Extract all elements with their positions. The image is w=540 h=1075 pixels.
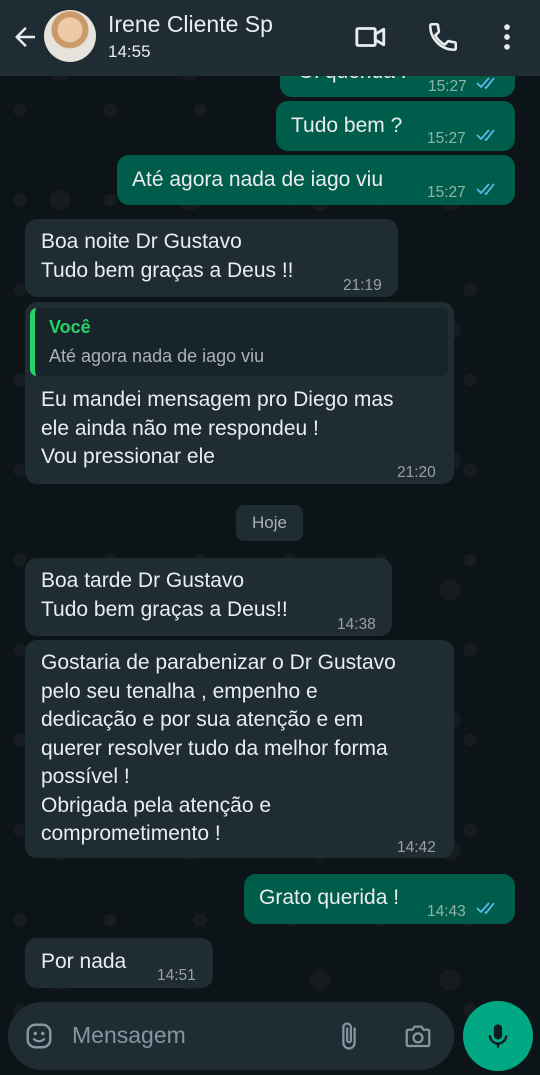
message-text: Tudo bem ? xyxy=(291,114,403,137)
message-bubble-outgoing[interactable]: Tudo bem ? 15:27 xyxy=(276,101,515,151)
double-check-icon xyxy=(476,183,495,196)
microphone-icon xyxy=(488,1024,508,1048)
contact-status: 14:55 xyxy=(108,42,151,61)
message-bubble-incoming[interactable]: Gostaria de parabenizar o Dr Gustavo pel… xyxy=(25,640,454,858)
chat-header: Irene Cliente Sp 14:55 xyxy=(0,0,540,76)
mic-button[interactable] xyxy=(463,1001,533,1071)
back-arrow-icon[interactable] xyxy=(10,22,40,52)
quoted-reply-text: Até agora nada de iago viu xyxy=(49,346,265,366)
message-text: Boa noite Dr Gustavo Tudo bem graças a D… xyxy=(41,230,294,282)
emoji-icon[interactable] xyxy=(24,1021,54,1051)
message-time: 14:43 xyxy=(427,903,466,920)
message-text: Grato querida ! xyxy=(259,886,400,909)
attach-icon[interactable] xyxy=(334,1020,364,1052)
phone-icon[interactable] xyxy=(426,20,460,54)
message-input[interactable]: Mensagem xyxy=(72,1022,186,1049)
message-time: 15:27 xyxy=(427,184,466,201)
more-vertical-icon[interactable] xyxy=(490,20,524,54)
quoted-reply[interactable]: Você Até agora nada de iago viu xyxy=(30,308,448,376)
message-time: 15:27 xyxy=(428,78,467,95)
avatar[interactable] xyxy=(44,10,96,62)
video-call-icon[interactable] xyxy=(354,20,388,54)
message-time: 14:51 xyxy=(157,967,196,984)
message-bubble-outgoing[interactable]: Até agora nada de iago viu 15:27 xyxy=(117,155,515,205)
message-bubble-outgoing[interactable]: Grato querida ! 14:43 xyxy=(244,874,515,924)
message-bubble-incoming[interactable]: Por nada 14:51 xyxy=(25,938,213,988)
camera-icon[interactable] xyxy=(402,1021,434,1051)
message-text: Gostaria de parabenizar o Dr Gustavo pel… xyxy=(41,651,396,845)
date-separator: Hoje xyxy=(236,505,303,541)
message-time: 14:38 xyxy=(337,616,376,633)
message-bubble-incoming[interactable]: Boa tarde Dr Gustavo Tudo bem graças a D… xyxy=(25,558,392,636)
message-text: Por nada xyxy=(41,950,127,973)
message-time: 15:27 xyxy=(427,130,466,147)
message-bubble-incoming[interactable]: Boa noite Dr Gustavo Tudo bem graças a D… xyxy=(25,219,398,297)
message-time: 21:20 xyxy=(397,464,436,481)
message-time: 21:19 xyxy=(343,277,382,294)
message-input-bar[interactable]: Mensagem xyxy=(8,1002,454,1070)
double-check-icon xyxy=(476,129,495,142)
message-text: Eu mandei mensagem pro Diego mas ele ain… xyxy=(41,388,394,468)
double-check-icon xyxy=(476,902,495,915)
message-text: Até agora nada de iago viu xyxy=(132,168,384,191)
contact-name[interactable]: Irene Cliente Sp xyxy=(108,11,273,38)
message-text: Boa tarde Dr Gustavo Tudo bem graças a D… xyxy=(41,569,288,621)
message-time: 14:42 xyxy=(397,839,436,856)
quoted-reply-author: Você xyxy=(49,317,91,337)
double-check-icon xyxy=(476,77,495,90)
